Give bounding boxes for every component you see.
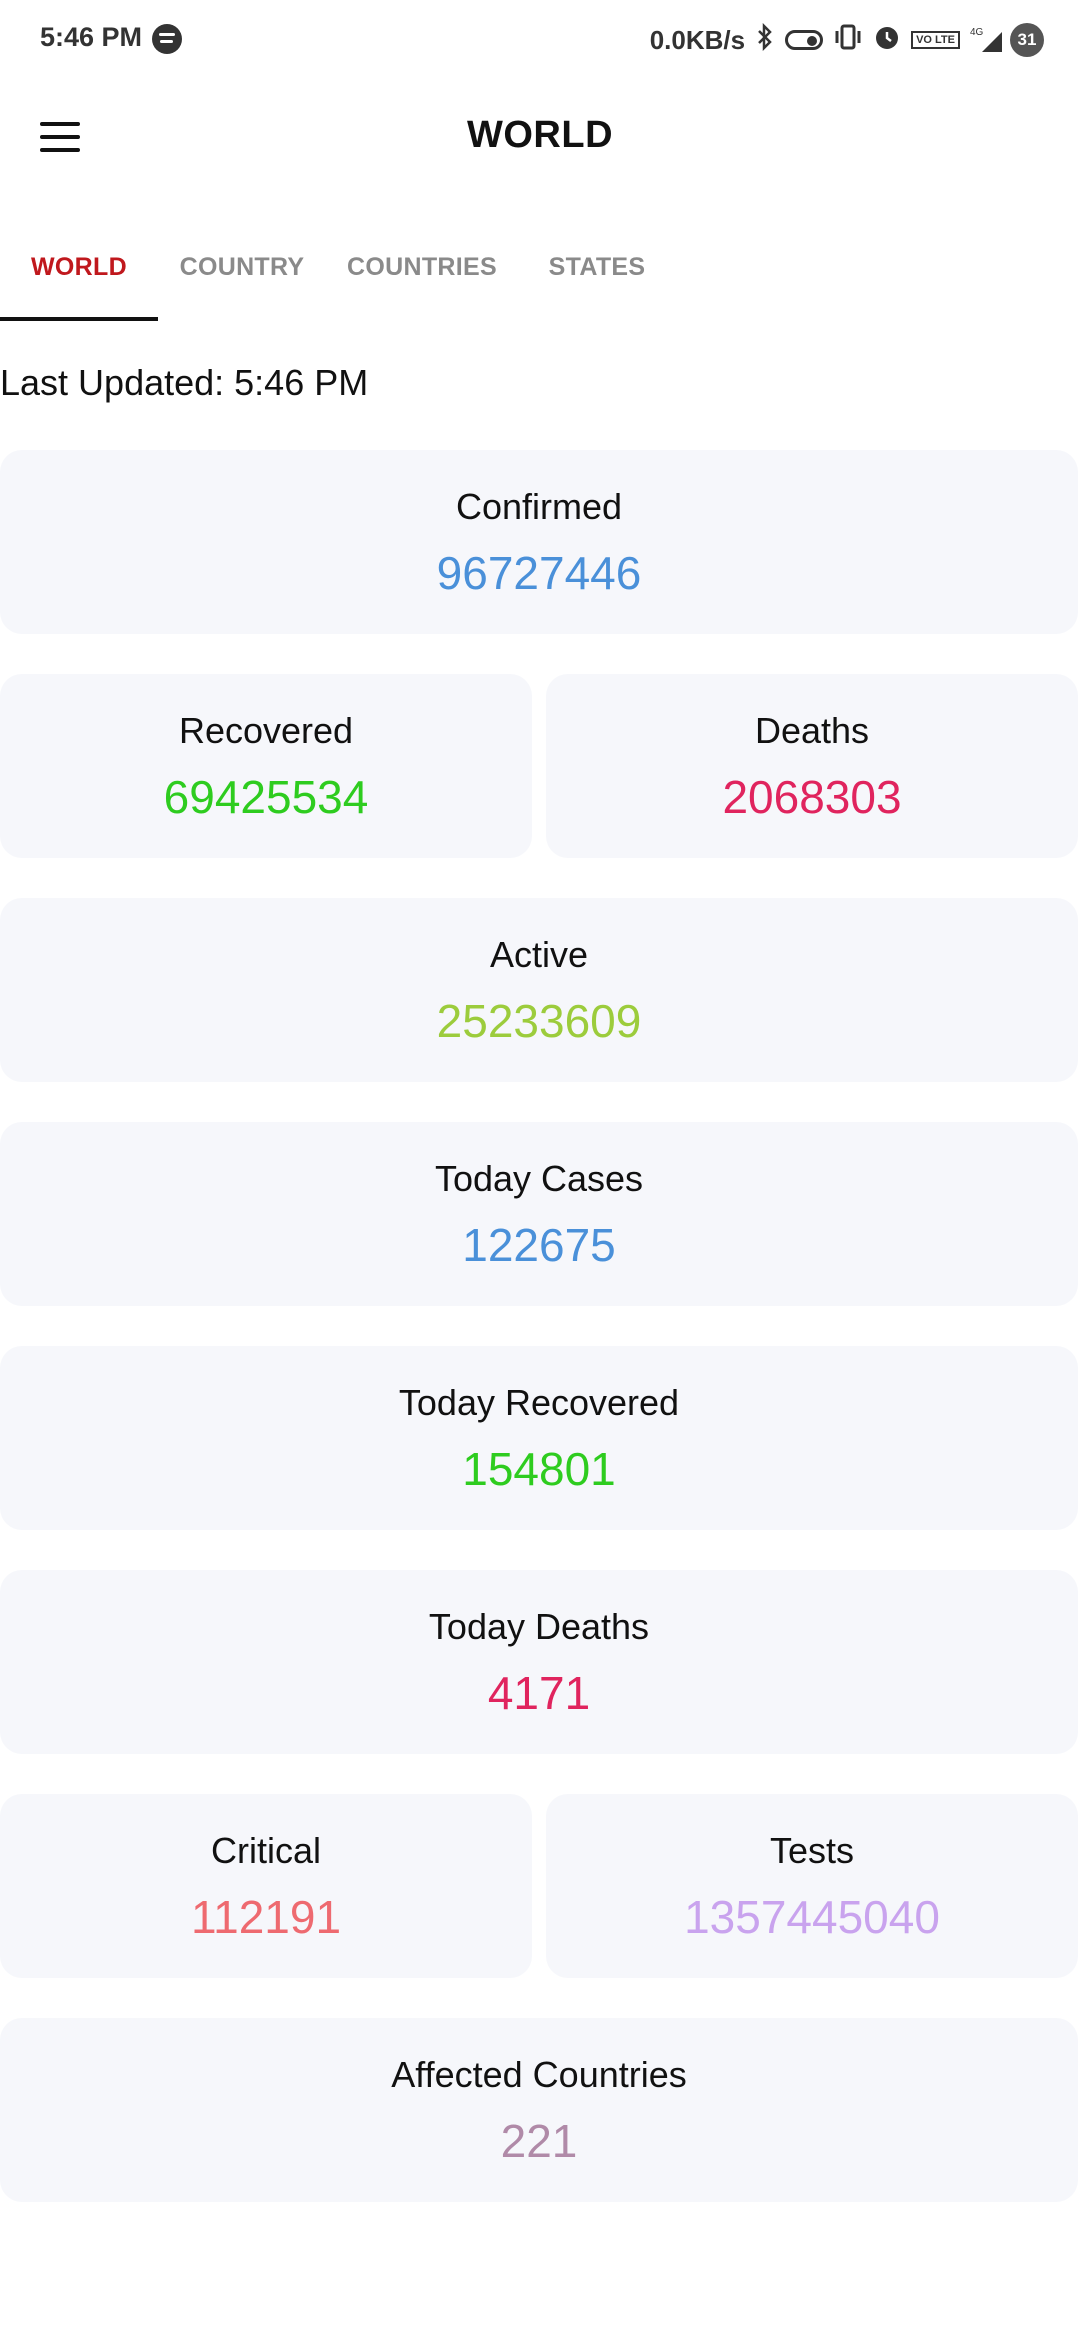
svg-text:4G: 4G xyxy=(970,27,984,38)
stat-value: 154801 xyxy=(462,1443,616,1495)
status-icons: 0.0KB/s VO LTE 4G 31 xyxy=(650,20,1044,60)
stat-label: Recovered xyxy=(178,710,354,751)
card-deaths: Deaths 2068303 xyxy=(546,674,1078,858)
stat-label: Critical xyxy=(210,1830,321,1871)
stat-value: 4171 xyxy=(487,1667,591,1719)
bluetooth-icon xyxy=(755,22,775,57)
volte-icon: VO LTE xyxy=(911,31,960,49)
tab-states[interactable]: STATES xyxy=(530,215,664,320)
tab-countries[interactable]: COUNTRIES xyxy=(342,215,502,320)
tab-country[interactable]: COUNTRY xyxy=(168,215,316,320)
stat-value: 69425534 xyxy=(163,771,369,823)
stat-value: 2068303 xyxy=(722,771,902,823)
last-updated: Last Updated: 5:46 PM xyxy=(0,362,369,403)
card-today-cases: Today Cases 122675 xyxy=(0,1122,1078,1306)
card-tests: Tests 1357445040 xyxy=(546,1794,1078,1978)
net-speed: 0.0KB/s xyxy=(649,24,746,55)
stat-label: Affected Countries xyxy=(391,2054,687,2095)
stat-value: 25233609 xyxy=(436,995,642,1047)
battery-icon: 31 xyxy=(1010,23,1044,57)
stat-label: Today Cases xyxy=(434,1158,644,1199)
stat-label: Deaths xyxy=(754,710,870,751)
alarm-icon xyxy=(873,23,901,57)
card-today-deaths: Today Deaths 4171 xyxy=(0,1570,1078,1754)
card-active: Active 25233609 xyxy=(0,898,1078,1082)
tab-world[interactable]: WORLD xyxy=(0,215,158,320)
stat-label: Tests xyxy=(769,1830,855,1871)
page-title: WORLD xyxy=(466,114,614,156)
card-critical: Critical 112191 xyxy=(0,1794,532,1978)
signal-icon: 4G xyxy=(970,26,1002,54)
stat-value: 221 xyxy=(500,2115,578,2167)
tab-indicator xyxy=(0,317,158,321)
stat-label: Today Deaths xyxy=(428,1606,650,1647)
stat-label: Confirmed xyxy=(455,486,623,527)
stat-label: Active xyxy=(489,934,589,975)
spotify-icon xyxy=(152,24,182,54)
card-today-recovered: Today Recovered 154801 xyxy=(0,1346,1078,1530)
tab-bar: WORLD COUNTRY COUNTRIES STATES xyxy=(0,215,1080,323)
toggle-icon xyxy=(785,30,824,50)
vibrate-icon xyxy=(833,23,863,57)
card-recovered: Recovered 69425534 xyxy=(0,674,532,858)
stat-value: 96727446 xyxy=(436,547,642,599)
stat-value: 1357445040 xyxy=(684,1891,940,1943)
status-time: 5:46 PM xyxy=(40,22,143,52)
stat-value: 112191 xyxy=(190,1891,342,1943)
stat-label: Today Recovered xyxy=(398,1382,680,1423)
stat-value: 122675 xyxy=(462,1219,616,1271)
card-affected-countries: Affected Countries 221 xyxy=(0,2018,1078,2202)
status-bar: 5:46 PM 0.0KB/s VO LTE 4G 31 xyxy=(0,0,1080,80)
app-bar: WORLD xyxy=(0,80,1080,200)
card-confirmed: Confirmed 96727446 xyxy=(0,450,1078,634)
